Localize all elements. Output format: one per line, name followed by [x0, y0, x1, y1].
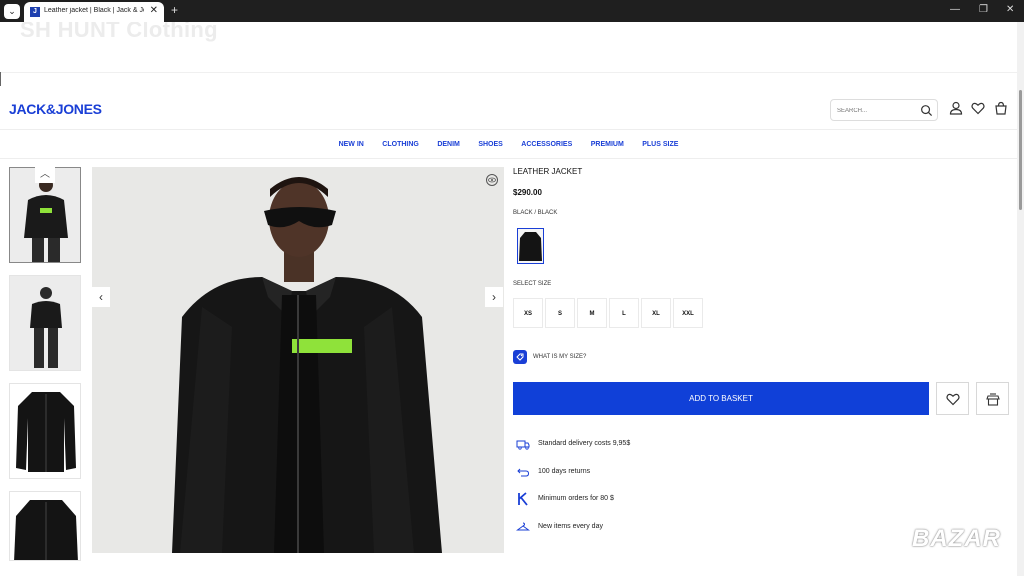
view-icon[interactable]	[485, 174, 499, 186]
nav-item-new-in[interactable]: NEW IN	[339, 130, 364, 159]
product-main-image[interactable]	[92, 167, 504, 553]
nav-item-clothing[interactable]: CLOTHING	[382, 130, 419, 159]
perk-new-items-text: New items every day	[538, 523, 603, 530]
browser-tab[interactable]: J Leather jacket | Black | Jack & Jones …	[24, 2, 164, 22]
jacket-model-image	[92, 167, 504, 553]
basket-icon[interactable]	[994, 101, 1008, 115]
image-next-arrow[interactable]: ›	[485, 287, 503, 307]
nav-item-plus-size[interactable]: PLUS SIZE	[642, 130, 678, 159]
tab-title: Leather jacket | Black | Jack & Jones	[44, 7, 144, 14]
brand-logo[interactable]: JACK&JONES	[9, 101, 102, 117]
nav-item-denim[interactable]: DENIM	[437, 130, 460, 159]
text-cursor	[0, 72, 1, 86]
size-guide-label: WHAT IS MY SIZE?	[533, 354, 587, 360]
add-to-wishlist-button[interactable]	[936, 382, 969, 415]
swatch-jacket-image	[519, 232, 542, 261]
jacket-flat-thumb-image	[10, 384, 80, 478]
nav-item-premium[interactable]: PREMIUM	[591, 130, 624, 159]
product-color: BLACK / BLACK	[513, 210, 558, 216]
watermark-logo: BAZAR	[912, 525, 1001, 552]
size-button-xxl[interactable]: XXL	[673, 298, 703, 328]
minimize-icon[interactable]: —	[950, 4, 960, 15]
hanger-icon	[516, 522, 530, 531]
truck-icon	[516, 440, 530, 450]
tag-icon	[513, 350, 527, 364]
favicon-icon: J	[30, 7, 40, 17]
nav-item-accessories[interactable]: ACCESSORIES	[521, 130, 572, 159]
k-icon	[518, 492, 528, 506]
size-button-s[interactable]: S	[545, 298, 575, 328]
perk-minimum-order-text: Minimum orders for 80 $	[538, 495, 614, 502]
select-size-label: SELECT SIZE	[513, 281, 552, 287]
main-nav: NEW IN CLOTHING DENIM SHOES ACCESSORIES …	[0, 130, 1017, 159]
perk-returns-text: 100 days returns	[538, 468, 591, 475]
new-tab-button[interactable]: +	[171, 3, 178, 17]
window-close-icon[interactable]: ✕	[1006, 4, 1014, 15]
product-name: LEATHER JACKET	[513, 167, 583, 176]
perk-delivery-text: Standard delivery costs 9,95$	[538, 440, 631, 447]
return-icon	[517, 468, 530, 477]
color-swatch-black[interactable]	[517, 228, 544, 264]
account-icon[interactable]	[949, 101, 963, 115]
page-ghost-title: SH HUNT Clothing	[20, 22, 218, 42]
jacket-back-thumb-image	[10, 276, 80, 370]
search-icon[interactable]	[920, 104, 933, 117]
browser-titlebar: ⌄ J Leather jacket | Black | Jack & Jone…	[0, 0, 1024, 22]
size-button-xl[interactable]: XL	[641, 298, 671, 328]
site-header: JACK&JONES	[0, 90, 1017, 130]
thumbnail-flat[interactable]	[9, 383, 81, 479]
restore-icon[interactable]: ❐	[979, 4, 988, 15]
size-button-l[interactable]: L	[609, 298, 639, 328]
close-tab-icon[interactable]: ✕	[150, 5, 158, 16]
page-scrollbar[interactable]	[1017, 22, 1024, 576]
scrollbar-thumb[interactable]	[1019, 90, 1022, 210]
add-to-basket-button[interactable]: ADD TO BASKET	[513, 382, 929, 415]
web-page: SH HUNT Clothing JACK&JONES NEW IN CLOTH…	[0, 22, 1017, 576]
store-icon	[986, 393, 1000, 406]
find-in-store-button[interactable]	[976, 382, 1009, 415]
thumbnail-detail[interactable]	[9, 491, 81, 561]
thumbnail-back[interactable]	[9, 275, 81, 371]
nav-item-shoes[interactable]: SHOES	[478, 130, 503, 159]
search-input[interactable]	[837, 104, 917, 117]
heart-icon	[946, 393, 960, 406]
size-button-m[interactable]: M	[577, 298, 607, 328]
product-price: $290.00	[513, 188, 542, 197]
divider	[0, 72, 1017, 73]
thumbnails-up-arrow[interactable]: ︿	[35, 167, 55, 183]
search-box[interactable]	[830, 99, 938, 121]
wishlist-icon[interactable]	[971, 101, 985, 115]
jacket-detail-thumb-image	[10, 492, 80, 560]
tab-search-button[interactable]: ⌄	[4, 4, 20, 19]
image-prev-arrow[interactable]: ‹	[92, 287, 110, 307]
size-button-xs[interactable]: XS	[513, 298, 543, 328]
